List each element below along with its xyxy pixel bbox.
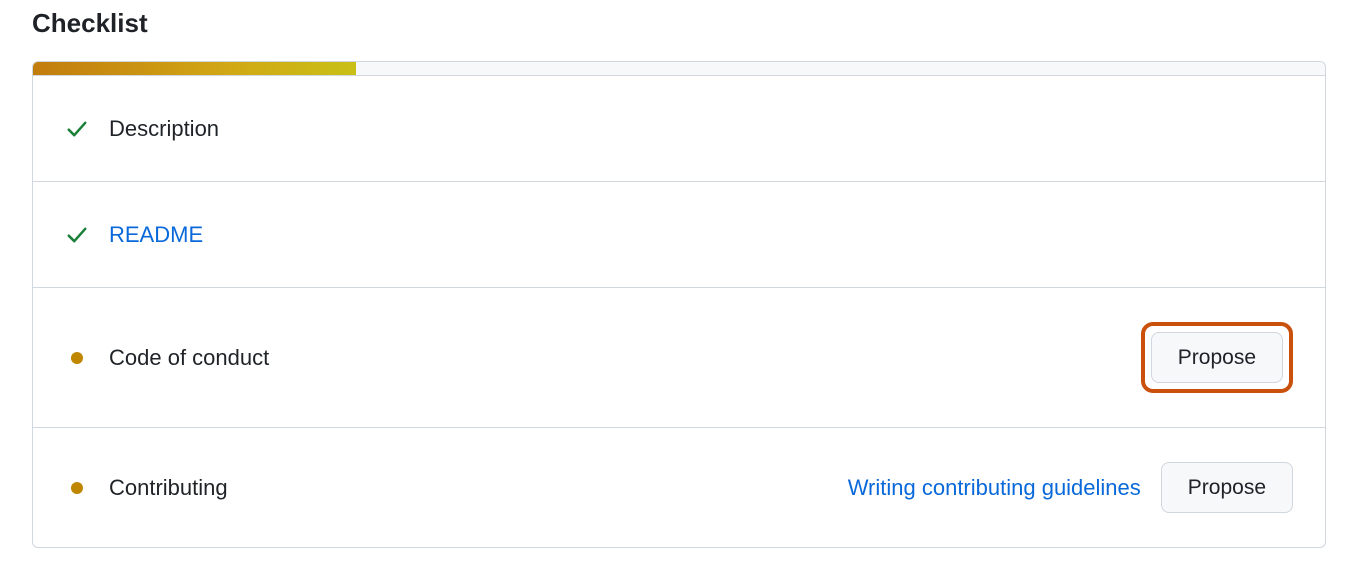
checklist-item-contributing: Contributing Writing contributing guidel… xyxy=(33,428,1325,547)
propose-button[interactable]: Propose xyxy=(1161,462,1293,513)
checklist-heading: Checklist xyxy=(32,8,1326,39)
item-actions: Writing contributing guidelines Propose xyxy=(848,462,1293,513)
readme-link[interactable]: README xyxy=(109,222,1293,248)
item-actions: Propose xyxy=(1141,322,1293,393)
checklist-item-description: Description xyxy=(33,76,1325,182)
pending-dot-icon xyxy=(65,482,89,494)
checklist-item-code-of-conduct: Code of conduct Propose xyxy=(33,288,1325,428)
progress-fill xyxy=(33,62,356,75)
check-icon xyxy=(65,224,89,246)
checklist-box: Description README Code of conduct Propo… xyxy=(32,61,1326,548)
pending-dot-icon xyxy=(65,352,89,364)
check-icon xyxy=(65,118,89,140)
item-label: Description xyxy=(109,116,1293,142)
progress-bar xyxy=(33,62,1325,76)
item-label: Code of conduct xyxy=(109,345,1141,371)
contributing-guidelines-link[interactable]: Writing contributing guidelines xyxy=(848,475,1141,501)
propose-button[interactable]: Propose xyxy=(1151,332,1283,383)
highlight-outline: Propose xyxy=(1141,322,1293,393)
item-label: Contributing xyxy=(109,475,848,501)
checklist-item-readme: README xyxy=(33,182,1325,288)
